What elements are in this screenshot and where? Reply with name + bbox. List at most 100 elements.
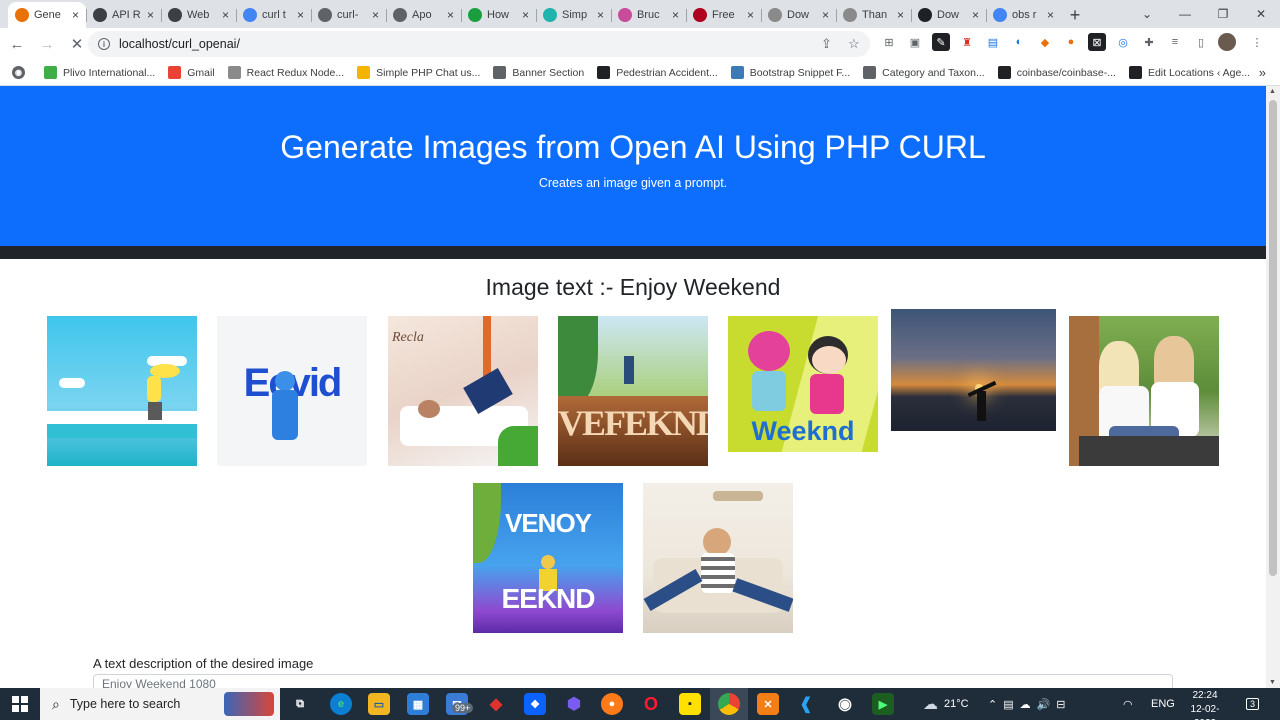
generated-image-5[interactable]: Weeknd xyxy=(728,316,878,466)
network-wifi-icon[interactable]: ◠ xyxy=(1123,688,1133,720)
site-info-icon[interactable]: i xyxy=(98,38,110,50)
extension-icon[interactable]: ◎ xyxy=(1114,33,1132,51)
generated-image-1[interactable] xyxy=(47,316,197,466)
scroll-down-icon[interactable]: ▼ xyxy=(1269,679,1276,686)
extensions-puzzle-icon[interactable]: ✚ xyxy=(1140,33,1158,51)
generated-image-6[interactable] xyxy=(891,309,1056,431)
profile-avatar[interactable] xyxy=(1218,33,1236,51)
clock[interactable]: 22:24 12-02-2023 xyxy=(1180,689,1230,720)
start-button[interactable] xyxy=(0,688,40,720)
firefox-icon[interactable]: ● xyxy=(601,693,623,715)
browser-tab[interactable]: Than × xyxy=(836,2,911,28)
sticky-notes-icon[interactable]: ▪ xyxy=(679,693,701,715)
obs-icon[interactable]: ◉ xyxy=(834,693,856,715)
scrollbar-thumb[interactable] xyxy=(1269,100,1277,576)
extension-icon[interactable]: ♜ xyxy=(958,33,976,51)
edge-icon[interactable]: e xyxy=(330,693,352,715)
share-icon[interactable]: ⇪ xyxy=(821,36,832,52)
weather-widget[interactable]: ☁ 21°C xyxy=(923,688,969,720)
bookmark-star-icon[interactable]: ☆ xyxy=(848,36,860,52)
tab-close-icon[interactable]: × xyxy=(972,8,979,22)
bookmark-item[interactable]: Category and Taxon... xyxy=(863,66,985,79)
bookmark-item[interactable]: React Redux Node... xyxy=(227,66,344,79)
tab-search-icon[interactable]: ⌄ xyxy=(1128,0,1166,28)
app-icon[interactable]: ▶ xyxy=(872,693,894,715)
bookmark-item[interactable]: Simple PHP Chat us... xyxy=(357,66,480,79)
address-bar[interactable]: i localhost/curl_openai/ ⇪ ☆ xyxy=(88,31,870,57)
more-bookmarks-button[interactable]: » xyxy=(1259,65,1266,80)
bookmark-item[interactable]: Edit Locations ‹ Age... xyxy=(1128,66,1250,79)
generated-image-2[interactable]: Eevid xyxy=(217,316,367,466)
page-scrollbar[interactable]: ▲ ▼ xyxy=(1266,86,1280,688)
bookmark-item[interactable]: Bootstrap Snippet F... xyxy=(730,66,850,79)
tab-close-icon[interactable]: × xyxy=(747,8,754,22)
vscode-icon[interactable]: ❰ xyxy=(795,693,817,715)
new-tab-button[interactable]: + xyxy=(1061,2,1089,28)
file-explorer-icon[interactable]: ▭ xyxy=(368,693,390,715)
opera-icon[interactable]: O xyxy=(640,693,662,715)
language-indicator[interactable]: ENG xyxy=(1151,688,1175,720)
browser-tab[interactable]: API R × xyxy=(86,2,161,28)
notification-center[interactable]: 3 xyxy=(1246,688,1260,720)
tab-close-icon[interactable]: × xyxy=(297,8,304,22)
generated-image-9[interactable] xyxy=(643,483,793,633)
bookmark-item[interactable]: Pedestrian Accident... xyxy=(597,66,718,79)
chrome-icon[interactable] xyxy=(718,693,740,715)
browser-tab[interactable]: Simp × xyxy=(536,2,611,28)
browser-tab[interactable]: curl- × xyxy=(311,2,386,28)
browser-tab[interactable]: Web × xyxy=(161,2,236,28)
back-button[interactable]: ← xyxy=(4,31,30,57)
tab-close-icon[interactable]: × xyxy=(222,8,229,22)
stop-loading-button[interactable]: ✕ xyxy=(64,31,90,57)
browser-tab[interactable]: Free × xyxy=(686,2,761,28)
browser-tab[interactable]: Gene × xyxy=(8,2,86,28)
system-tray-icons[interactable]: ⌃▤☁🔊⊟ xyxy=(988,688,1072,720)
close-window-icon[interactable]: ✕ xyxy=(1242,0,1280,28)
browser-tab[interactable]: Bruc × xyxy=(611,2,686,28)
tab-close-icon[interactable]: × xyxy=(147,8,154,22)
side-panel-icon[interactable]: ▯ xyxy=(1192,33,1210,51)
tab-close-icon[interactable]: × xyxy=(822,8,829,22)
bookmark-item[interactable]: Banner Section xyxy=(493,66,584,79)
tab-close-icon[interactable]: × xyxy=(372,8,379,22)
browser-tab[interactable]: Apo × xyxy=(386,2,461,28)
tab-close-icon[interactable]: × xyxy=(72,8,79,22)
apps-icon[interactable]: ◉ xyxy=(12,66,31,79)
extension-icon[interactable]: ⊞ xyxy=(880,33,898,51)
forward-button[interactable]: → xyxy=(34,31,60,57)
extension-icon[interactable]: ▣ xyxy=(906,33,924,51)
browser-tab[interactable]: Dow × xyxy=(761,2,836,28)
restore-icon[interactable]: ❐ xyxy=(1204,0,1242,28)
tab-close-icon[interactable]: × xyxy=(597,8,604,22)
description-input[interactable]: Enjoy Weekend 1080 xyxy=(93,674,1173,688)
extension-icon[interactable]: ⊠ xyxy=(1088,33,1106,51)
extension-icon[interactable]: ▤ xyxy=(984,33,1002,51)
xampp-icon[interactable]: ✕ xyxy=(757,693,779,715)
metamask-icon[interactable]: ◆ xyxy=(1036,33,1054,51)
app-icon[interactable]: ◆ xyxy=(485,693,507,715)
bookmark-item[interactable]: Gmail xyxy=(168,66,215,79)
store-icon[interactable]: ▦ xyxy=(407,693,429,715)
browser-tab[interactable]: Dow × xyxy=(911,2,986,28)
generated-image-7[interactable] xyxy=(1069,316,1219,466)
dropbox-icon[interactable]: ❖ xyxy=(524,693,546,715)
browser-tab[interactable]: How × xyxy=(461,2,536,28)
browser-tab[interactable]: obs r × xyxy=(986,2,1061,28)
task-view-icon[interactable]: ⧉ xyxy=(289,693,311,715)
tab-close-icon[interactable]: × xyxy=(447,8,454,22)
generated-image-8[interactable]: VENOY EEKND xyxy=(473,483,623,633)
extension-icon[interactable]: ◐ xyxy=(1010,33,1028,51)
generated-image-3[interactable]: Recla xyxy=(388,316,538,466)
url-text[interactable]: localhost/curl_openai/ xyxy=(119,37,240,51)
extension-icon[interactable]: ✎ xyxy=(932,33,950,51)
scroll-up-icon[interactable]: ▲ xyxy=(1269,88,1276,95)
tab-close-icon[interactable]: × xyxy=(1047,8,1054,22)
bookmark-item[interactable]: Plivo International... xyxy=(44,66,155,79)
tab-close-icon[interactable]: × xyxy=(672,8,679,22)
app-icon[interactable]: ⬢ xyxy=(563,693,585,715)
extension-icon[interactable]: ● xyxy=(1062,33,1080,51)
tab-close-icon[interactable]: × xyxy=(522,8,529,22)
taskbar-search-box[interactable]: ⌕ Type here to search xyxy=(40,688,280,720)
generated-image-4[interactable]: VEFEKND xyxy=(558,316,708,466)
bookmark-item[interactable]: coinbase/coinbase-... xyxy=(997,66,1116,79)
